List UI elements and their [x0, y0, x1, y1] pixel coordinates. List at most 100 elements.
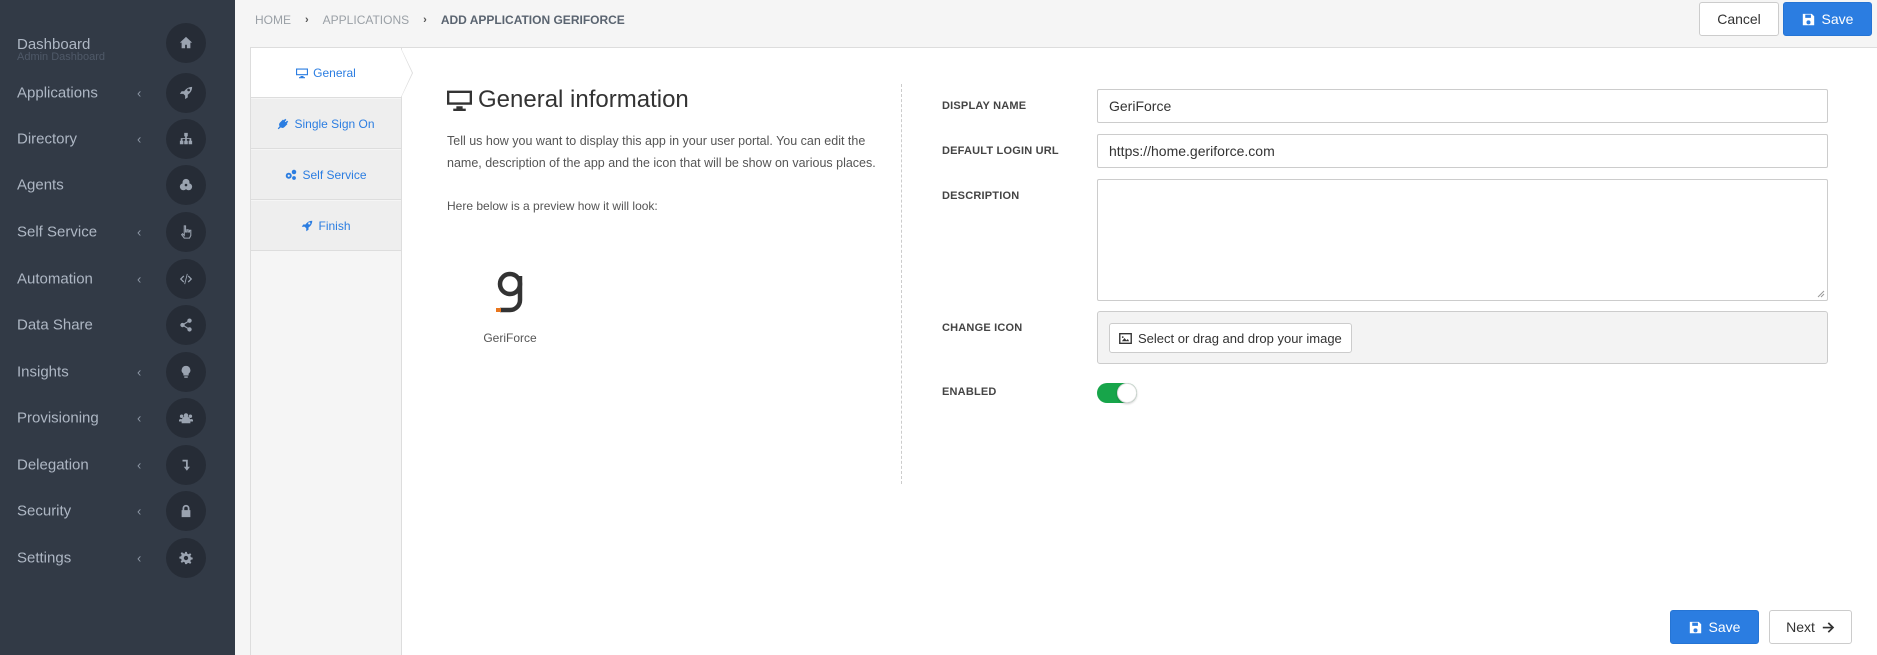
- app-preview-name: GeriForce: [483, 331, 537, 345]
- image-icon: [1119, 332, 1132, 344]
- sidebar-item-label: Self Service: [17, 223, 98, 241]
- chevron-left-icon: ‹: [137, 457, 142, 473]
- lock-icon: [166, 491, 206, 531]
- chevron-left-icon: ‹: [137, 503, 142, 519]
- tab-general[interactable]: General: [251, 48, 401, 98]
- enabled-label: ENABLED: [942, 386, 997, 398]
- breadcrumb-current: ADD APPLICATION GERIFORCE: [440, 13, 625, 27]
- tab-finish[interactable]: Finish: [251, 201, 401, 251]
- chevron-left-icon: ‹: [137, 85, 142, 101]
- tab-self-service[interactable]: Self Service: [251, 150, 401, 200]
- sidebar-item-insights[interactable]: Insights ‹: [0, 349, 235, 395]
- display-name-field[interactable]: GeriForce: [1097, 89, 1828, 123]
- sidebar-item-self-service[interactable]: Self Service ‹: [0, 209, 235, 255]
- tab-label: General: [313, 65, 356, 80]
- sidebar-item-label: Delegation: [17, 456, 89, 474]
- next-button-label: Next: [1786, 619, 1815, 635]
- geriforce-logo: [496, 271, 523, 313]
- sidebar-item-label: Applications: [17, 84, 98, 102]
- rocket-icon: [301, 220, 313, 232]
- footer-save-label: Save: [1708, 619, 1741, 635]
- default-login-url-field[interactable]: https://home.geriforce.com: [1097, 134, 1828, 168]
- breadcrumb-home[interactable]: HOME: [255, 13, 291, 27]
- home-icon: [166, 23, 206, 63]
- sidebar-item-label: Data Share: [17, 316, 93, 334]
- next-button[interactable]: Next: [1769, 610, 1852, 644]
- default-login-url-label: DEFAULT LOGIN URL: [942, 145, 1059, 157]
- rocket-icon: [166, 73, 206, 113]
- share-icon: [166, 305, 206, 345]
- general-info-section: General information Tell us how you want…: [447, 86, 877, 213]
- select-image-button[interactable]: Select or drag and drop your image: [1109, 323, 1352, 353]
- sidebar: Dashboard Admin Dashboard Applications ‹…: [0, 0, 235, 655]
- footer-save-button[interactable]: Save: [1670, 610, 1759, 644]
- breadcrumb-applications[interactable]: APPLICATIONS: [323, 13, 409, 27]
- sidebar-item-settings[interactable]: Settings ‹: [0, 535, 235, 581]
- sidebar-item-security[interactable]: Security ‹: [0, 488, 235, 534]
- description-textarea[interactable]: [1097, 179, 1828, 301]
- sitemap-icon: [166, 119, 206, 159]
- page-title-text: General information: [478, 86, 689, 113]
- chevron-left-icon: ‹: [137, 131, 142, 147]
- arrow-right-icon: [1822, 621, 1835, 634]
- active-tab-arrow-fill: [401, 49, 412, 97]
- breadcrumb: HOME › APPLICATIONS › ADD APPLICATION GE…: [255, 13, 625, 27]
- tab-label: Self Service: [302, 167, 367, 182]
- save-icon: [1802, 13, 1815, 26]
- users-icon: [166, 398, 206, 438]
- sidebar-item-label: Settings: [17, 549, 72, 567]
- save-button-label: Save: [1821, 11, 1854, 27]
- save-icon: [1689, 621, 1702, 634]
- sidebar-item-applications[interactable]: Applications ‹: [0, 70, 235, 116]
- chevron-left-icon: ‹: [137, 224, 142, 240]
- top-bar: HOME › APPLICATIONS › ADD APPLICATION GE…: [235, 0, 1877, 41]
- select-image-label: Select or drag and drop your image: [1138, 330, 1342, 346]
- change-icon-label: CHANGE ICON: [942, 322, 1023, 334]
- code-icon: [166, 259, 206, 299]
- sidebar-item-label: Insights: [17, 363, 69, 381]
- app-preview: GeriForce: [479, 268, 541, 345]
- cogs-icon: [285, 169, 297, 181]
- sidebar-item-directory[interactable]: Directory ‹: [0, 116, 235, 162]
- section-divider: [901, 84, 902, 484]
- preview-label: Here below is a preview how it will look…: [447, 199, 658, 213]
- sidebar-item-data-share[interactable]: Data Share: [0, 302, 235, 348]
- page-title: General information: [447, 86, 877, 114]
- sidebar-item-sublabel: Admin Dashboard: [17, 51, 106, 63]
- sidebar-item-agents[interactable]: Agents: [0, 162, 235, 208]
- sidebar-item-provisioning[interactable]: Provisioning ‹: [0, 395, 235, 441]
- tab-label: Single Sign On: [294, 116, 375, 131]
- description-label: DESCRIPTION: [942, 190, 1020, 202]
- gear-icon: [166, 538, 206, 578]
- sidebar-item-automation[interactable]: Automation ‹: [0, 256, 235, 302]
- sidebar-item-label: Automation: [17, 270, 93, 288]
- sidebar-item-delegation[interactable]: Delegation ‹: [0, 442, 235, 488]
- cancel-button[interactable]: Cancel: [1699, 2, 1779, 36]
- save-button[interactable]: Save: [1783, 2, 1872, 36]
- tab-single-sign-on[interactable]: Single Sign On: [251, 99, 401, 149]
- chevron-left-icon: ‹: [137, 550, 142, 566]
- chevron-left-icon: ‹: [137, 364, 142, 380]
- sidebar-item-label: Provisioning: [17, 409, 99, 427]
- cogs-icon: [166, 165, 206, 205]
- main-panel: General Single Sign On Self Service Fini…: [250, 47, 1877, 655]
- info-description: Tell us how you want to display this app…: [447, 134, 876, 170]
- chevron-right-icon: ›: [423, 14, 427, 26]
- desktop-icon: [447, 89, 472, 111]
- chevron-right-icon: ›: [305, 14, 309, 26]
- sidebar-item-label: Directory: [17, 130, 78, 148]
- plug-icon: [277, 118, 289, 130]
- resize-handle-icon[interactable]: [1817, 290, 1825, 298]
- display-name-label: DISPLAY NAME: [942, 100, 1027, 112]
- sidebar-item-dashboard[interactable]: Dashboard Admin Dashboard: [0, 20, 235, 66]
- sidebar-item-label: Agents: [17, 176, 64, 194]
- wizard-tabs: General Single Sign On Self Service Fini…: [251, 48, 402, 655]
- tab-label: Finish: [318, 218, 351, 233]
- desktop-icon: [296, 67, 309, 79]
- icon-dropzone[interactable]: Select or drag and drop your image: [1097, 311, 1828, 364]
- cancel-button-label: Cancel: [1717, 11, 1761, 27]
- lightbulb-icon: [166, 352, 206, 392]
- chevron-left-icon: ‹: [137, 410, 142, 426]
- hand-pointer-icon: [166, 212, 206, 252]
- enabled-toggle[interactable]: [1097, 383, 1137, 403]
